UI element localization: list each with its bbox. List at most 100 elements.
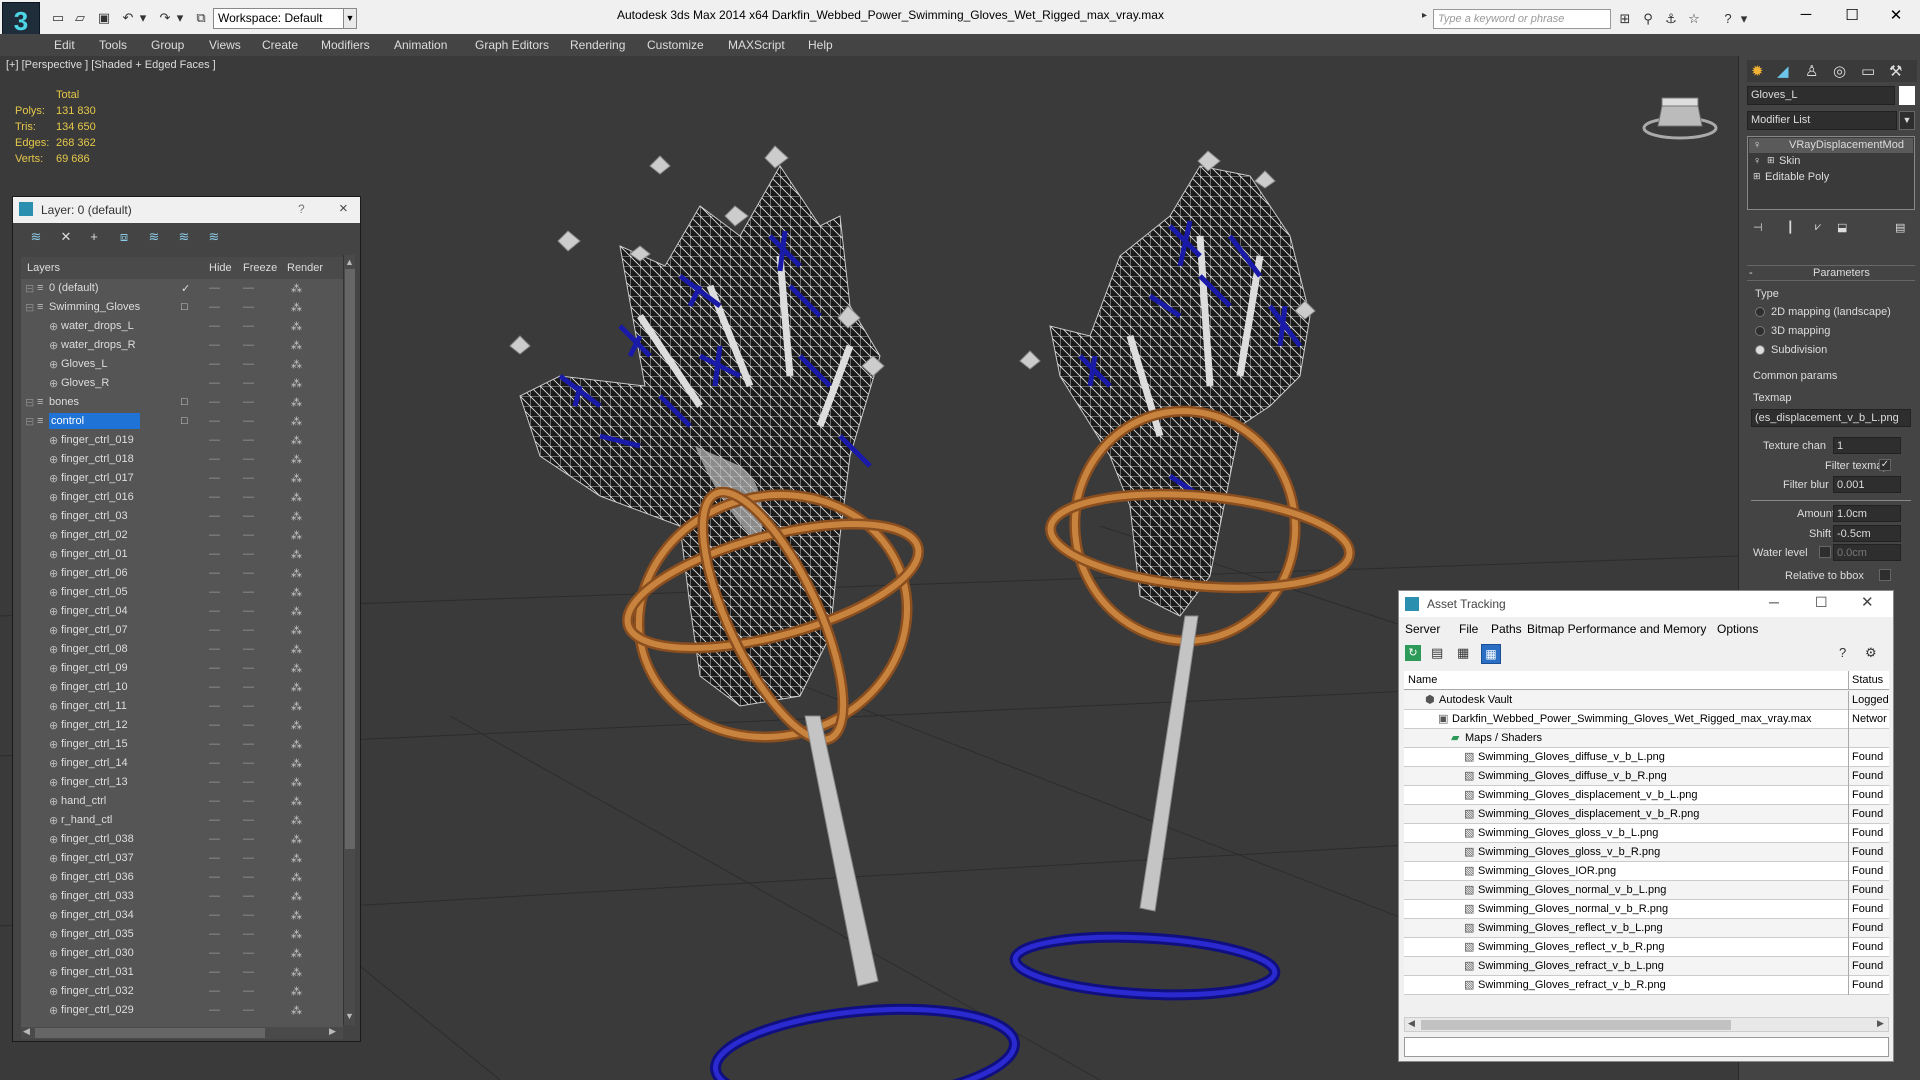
column-status[interactable]: Status: [1852, 674, 1883, 686]
render-toggle-icon[interactable]: ⁂: [291, 985, 302, 998]
highlight-layer-icon[interactable]: ≋: [145, 229, 163, 245]
asset-row[interactable]: ▧ Swimming_Gloves_refract_v_b_R.png Found: [1404, 976, 1889, 995]
exchange-icon[interactable]: ⚓: [1663, 11, 1679, 26]
new-file-icon[interactable]: ▭: [50, 10, 66, 25]
asset-row[interactable]: ▧ Swimming_Gloves_IOR.png Found: [1404, 862, 1889, 881]
freeze-toggle[interactable]: —: [243, 396, 254, 408]
render-toggle-icon[interactable]: ⁂: [291, 1004, 302, 1017]
freeze-toggle[interactable]: —: [243, 1004, 254, 1016]
hide-toggle[interactable]: —: [209, 776, 220, 788]
expand-icon[interactable]: ⊞: [1753, 171, 1761, 182]
expand-icon[interactable]: ⊟: [25, 396, 34, 409]
asset-menu-bitmap-performance[interactable]: Bitmap Performance and Memory: [1527, 622, 1706, 636]
render-toggle-icon[interactable]: ⁂: [291, 738, 302, 751]
expand-icon[interactable]: ⊞: [1767, 155, 1775, 166]
expand-icon[interactable]: ⊟: [25, 415, 34, 428]
asset-row[interactable]: ▧ Swimming_Gloves_normal_v_b_L.png Found: [1404, 881, 1889, 900]
texture-chan-spinner[interactable]: 1: [1833, 437, 1901, 454]
freeze-toggle[interactable]: —: [243, 282, 254, 294]
texmap-button[interactable]: es_displacement_v_b_L.png): [1751, 409, 1911, 427]
scroll-down-icon[interactable]: ▼: [345, 1011, 354, 1021]
hide-toggle[interactable]: —: [209, 282, 220, 294]
menu-customize[interactable]: Customize: [647, 34, 704, 56]
asset-row[interactable]: ▧ Swimming_Gloves_gloss_v_b_R.png Found: [1404, 843, 1889, 862]
hide-toggle[interactable]: —: [209, 301, 220, 313]
asset-scroll-thumb[interactable]: [1421, 1020, 1731, 1030]
render-toggle-icon[interactable]: ⁂: [291, 396, 302, 409]
render-toggle-icon[interactable]: ⁂: [291, 700, 302, 713]
render-toggle-icon[interactable]: ⁂: [291, 662, 302, 675]
asset-row[interactable]: ▧ Swimming_Gloves_reflect_v_b_L.png Found: [1404, 919, 1889, 938]
layer-row[interactable]: ⊕ Gloves_R — — ⁂: [21, 374, 343, 393]
create-tab-icon[interactable]: ✹: [1751, 62, 1764, 80]
render-toggle-icon[interactable]: ⁂: [291, 282, 302, 295]
render-toggle-icon[interactable]: ⁂: [291, 491, 302, 504]
render-toggle-icon[interactable]: ⁂: [291, 605, 302, 618]
render-toggle-icon[interactable]: ⁂: [291, 795, 302, 808]
active-layer-checkbox[interactable]: □: [181, 301, 188, 313]
hide-toggle[interactable]: —: [209, 320, 220, 332]
utilities-tab-icon[interactable]: ⚒: [1889, 62, 1902, 80]
asset-row[interactable]: ▧ Swimming_Gloves_gloss_v_b_L.png Found: [1404, 824, 1889, 843]
hide-toggle[interactable]: —: [209, 928, 220, 940]
hide-toggle[interactable]: —: [209, 472, 220, 484]
scroll-right-icon[interactable]: ▶: [329, 1026, 336, 1037]
undo-dropdown-icon[interactable]: ▾: [135, 10, 151, 25]
render-toggle-icon[interactable]: ⁂: [291, 909, 302, 922]
hide-toggle[interactable]: —: [209, 662, 220, 674]
render-toggle-icon[interactable]: ⁂: [291, 472, 302, 485]
hide-toggle[interactable]: —: [209, 719, 220, 731]
modifier-list-dropdown[interactable]: Modifier List: [1747, 111, 1897, 130]
freeze-toggle[interactable]: —: [243, 339, 254, 351]
active-layer-checkbox[interactable]: ✓: [181, 282, 190, 295]
pin-stack-icon[interactable]: ⊣: [1753, 221, 1763, 234]
hide-toggle[interactable]: —: [209, 681, 220, 693]
hide-toggle[interactable]: —: [209, 909, 220, 921]
search-input[interactable]: Type a keyword or phrase: [1433, 9, 1611, 29]
menu-create[interactable]: Create: [262, 34, 298, 56]
layer-help-icon[interactable]: ?: [298, 202, 305, 216]
hide-toggle[interactable]: —: [209, 491, 220, 503]
freeze-toggle[interactable]: —: [243, 434, 254, 446]
column-render[interactable]: Render: [287, 257, 323, 279]
layer-row[interactable]: ⊕ finger_ctrl_07 — — ⁂: [21, 621, 343, 640]
asset-maximize-icon[interactable]: ☐: [1815, 594, 1828, 611]
layer-row[interactable]: ⊕ r_hand_ctl — — ⁂: [21, 811, 343, 830]
layer-close-icon[interactable]: ×: [339, 200, 348, 217]
freeze-toggle[interactable]: —: [243, 928, 254, 940]
hide-toggle[interactable]: —: [209, 567, 220, 579]
layer-row[interactable]: ⊕ finger_ctrl_017 — — ⁂: [21, 469, 343, 488]
save-icon[interactable]: ▣: [96, 10, 112, 25]
layer-row[interactable]: ⊕ finger_ctrl_037 — — ⁂: [21, 849, 343, 868]
lightbulb-icon[interactable]: ♀: [1753, 139, 1761, 151]
layer-hscroll-thumb[interactable]: [35, 1028, 265, 1038]
layer-row[interactable]: ⊕ finger_ctrl_14 — — ⁂: [21, 754, 343, 773]
layer-row[interactable]: ⊕ finger_ctrl_10 — — ⁂: [21, 678, 343, 697]
render-toggle-icon[interactable]: ⁂: [291, 548, 302, 561]
freeze-toggle[interactable]: —: [243, 852, 254, 864]
modify-tab-icon[interactable]: ◢: [1777, 62, 1789, 80]
object-color-swatch[interactable]: [1899, 86, 1915, 105]
hide-toggle[interactable]: —: [209, 738, 220, 750]
asset-row[interactable]: ▧ Swimming_Gloves_diffuse_v_b_R.png Found: [1404, 767, 1889, 786]
undo-icon[interactable]: ↶: [120, 10, 136, 25]
hide-toggle[interactable]: —: [209, 415, 220, 427]
hide-toggle[interactable]: —: [209, 985, 220, 997]
hide-toggle[interactable]: —: [209, 339, 220, 351]
asset-menu-paths[interactable]: Paths: [1491, 622, 1522, 636]
freeze-toggle[interactable]: —: [243, 871, 254, 883]
water-level-checkbox[interactable]: [1819, 546, 1831, 558]
layer-row[interactable]: ⊕ water_drops_R — — ⁂: [21, 336, 343, 355]
freeze-toggle[interactable]: —: [243, 415, 254, 427]
hide-toggle[interactable]: —: [209, 757, 220, 769]
workspace-dropdown-icon[interactable]: ▼: [343, 8, 357, 29]
detail-view-icon[interactable]: ▦: [1457, 645, 1469, 661]
layer-row[interactable]: ⊕ finger_ctrl_03 — — ⁂: [21, 507, 343, 526]
freeze-toggle[interactable]: —: [243, 719, 254, 731]
stack-item-editable-poly[interactable]: ⊞ Editable Poly: [1749, 170, 1913, 185]
layer-row[interactable]: ⊕ Gloves_L — — ⁂: [21, 355, 343, 374]
freeze-toggle[interactable]: —: [243, 681, 254, 693]
render-toggle-icon[interactable]: ⁂: [291, 624, 302, 637]
layer-row[interactable]: ⊟ ≡ Swimming_Gloves □ — — ⁂: [21, 298, 343, 317]
asset-minimize-icon[interactable]: ─: [1769, 594, 1779, 610]
